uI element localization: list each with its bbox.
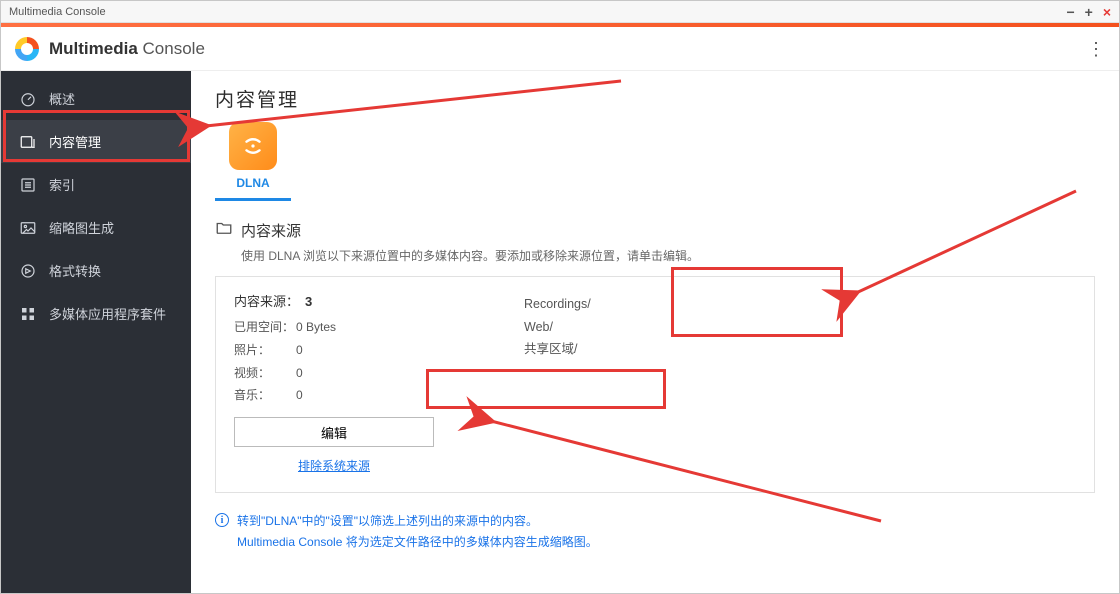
source-path: Web/ [524,316,591,339]
sidebar-item-suite[interactable]: 多媒体应用程序套件 [1,292,191,335]
stat-value: 0 [296,366,303,380]
app-header-left: Multimedia Console [15,37,205,61]
info-icon: i [215,513,229,527]
source-paths-list: Recordings/ Web/ 共享区域/ [524,291,591,474]
stat-label: 视频： [234,362,296,385]
page-title: 内容管理 [215,85,1095,112]
stat-row-music: 音乐：0 [234,384,484,407]
app-window: Multimedia Console − + × Multimedia Cons… [0,0,1120,594]
sources-summary: 内容来源：3 已用空间：0 Bytes 照片：0 视频：0 音乐：0 编辑 排除… [234,291,484,474]
edit-button[interactable]: 编辑 [234,417,434,447]
apps-icon [19,305,37,323]
source-path: Recordings/ [524,293,591,316]
stat-row-used: 已用空间：0 Bytes [234,316,484,339]
section-description: 使用 DLNA 浏览以下来源位置中的多媒体内容。要添加或移除来源位置，请单击编辑… [241,247,1095,264]
sidebar-item-label: 缩略图生成 [49,218,114,237]
edit-button-label: 编辑 [321,423,347,442]
image-icon [19,219,37,237]
stat-row-video: 视频：0 [234,362,484,385]
stat-value: 0 Bytes [296,320,336,334]
app-title-bold: Multimedia [49,39,138,58]
window-controls: − + × [1066,5,1111,19]
stat-value: 0 [296,388,303,402]
window-title: Multimedia Console [9,6,106,18]
folder-icon [215,219,233,241]
sidebar-item-overview[interactable]: 概述 [1,77,191,120]
sidebar-item-label: 多媒体应用程序套件 [49,304,166,323]
sidebar-item-transcode[interactable]: 格式转换 [1,249,191,292]
section-header: 内容来源 [215,219,1095,241]
sidebar-item-label: 内容管理 [49,132,101,151]
window-minimize-button[interactable]: − [1066,5,1074,19]
stat-row-photo: 照片：0 [234,339,484,362]
info-line: Multimedia Console 将为选定文件路径中的多媒体内容生成缩略图。 [237,532,598,552]
stat-label: 音乐： [234,384,296,407]
app-logo-icon [15,37,39,61]
sidebar-item-label: 概述 [49,89,75,108]
app-body: 概述 内容管理 索引 缩略图生成 [1,71,1119,594]
stat-label: 已用空间： [234,316,296,339]
dlna-app-icon [229,122,277,170]
list-icon [19,176,37,194]
stat-label: 照片： [234,339,296,362]
gauge-icon [19,90,37,108]
tab-label: DLNA [236,176,269,190]
sidebar-item-label: 索引 [49,175,75,194]
window-close-button[interactable]: × [1103,5,1111,19]
source-path: 共享区域/ [524,338,591,361]
sidebar-item-thumbs[interactable]: 缩略图生成 [1,206,191,249]
window-maximize-button[interactable]: + [1085,5,1093,19]
sources-count-label: 内容来源： [234,294,299,309]
sidebar: 概述 内容管理 索引 缩略图生成 [1,71,191,594]
sources-stats: 已用空间：0 Bytes 照片：0 视频：0 音乐：0 [234,316,484,407]
sidebar-item-content-mgmt[interactable]: 内容管理 [1,120,191,163]
content-sources-section: 内容来源 使用 DLNA 浏览以下来源位置中的多媒体内容。要添加或移除来源位置，… [215,219,1095,552]
window-titlebar: Multimedia Console − + × [1,1,1119,23]
app-header: Multimedia Console ⋮ [1,27,1119,71]
info-text: 转到"DLNA"中的"设置"以筛选上述列出的来源中的内容。 Multimedia… [237,511,598,552]
convert-icon [19,262,37,280]
app-title: Multimedia Console [49,39,205,59]
tab-dlna[interactable]: DLNA [215,122,291,201]
section-title: 内容来源 [241,220,301,241]
app-tabs: DLNA [215,122,1095,201]
stat-value: 0 [296,343,303,357]
sources-card: 内容来源：3 已用空间：0 Bytes 照片：0 视频：0 音乐：0 编辑 排除… [215,276,1095,493]
sources-count-value: 3 [305,294,312,309]
sidebar-item-label: 格式转换 [49,261,101,280]
more-menu-button[interactable]: ⋮ [1087,40,1105,58]
info-line: 转到"DLNA"中的"设置"以筛选上述列出的来源中的内容。 [237,511,598,531]
app-title-light: Console [138,39,205,58]
content-icon [19,133,37,151]
sidebar-item-index[interactable]: 索引 [1,163,191,206]
sources-count-line: 内容来源： 3 [234,291,484,310]
info-note: i 转到"DLNA"中的"设置"以筛选上述列出的来源中的内容。 Multimed… [215,511,1095,552]
main-content: 内容管理 DLNA 内容来源 使用 DLNA 浏览以下来源位置中的多媒体内容。要… [191,71,1119,594]
exclude-system-sources-link[interactable]: 排除系统来源 [234,457,434,474]
